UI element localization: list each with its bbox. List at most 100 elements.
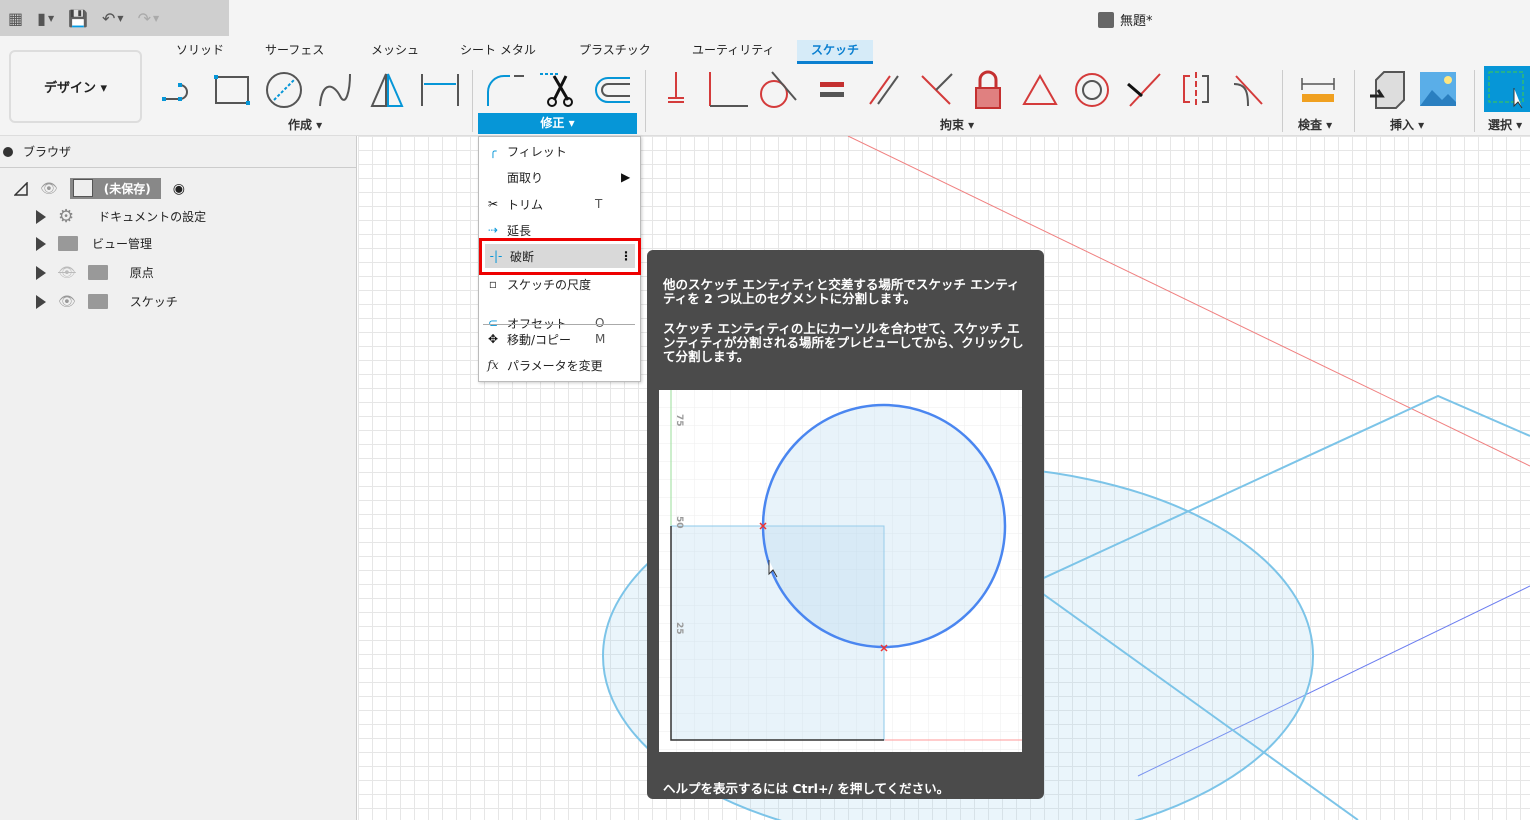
tab-surface[interactable]: サーフェス [251,40,338,64]
rectangle-icon [214,75,250,105]
perpendicular-icon [709,72,748,107]
fillet-tool[interactable] [484,70,528,110]
insert-derive-tool[interactable] [1364,70,1408,110]
more-options-icon[interactable]: ⋮ [620,249,632,263]
spline-tool[interactable] [314,70,358,110]
activate-radio-icon[interactable]: ◉ [173,181,185,197]
measure-tool[interactable] [1296,70,1340,110]
tab-sketch[interactable]: スケッチ [797,40,874,64]
symmetry-constraint[interactable] [1174,70,1218,110]
browser-item-named-views[interactable]: ビュー管理 [36,235,152,252]
menu-item-label: トリム [507,197,544,212]
spline-icon [319,73,351,107]
browser-item-origin[interactable]: 👁 原点 [36,264,154,281]
divider [1282,70,1283,132]
browser-header[interactable]: ブラウザ [0,136,356,168]
ruler-icon [1301,78,1335,102]
eye-icon[interactable]: 👁 [58,294,76,310]
circle-tool[interactable] [262,70,306,110]
offset-tool[interactable] [590,70,634,110]
constraints-group-label[interactable]: 拘束 ▾ [940,116,974,133]
browser-item-label: スケッチ [129,295,178,309]
browser-item-sketches[interactable]: 👁 スケッチ [36,293,178,310]
menu-item-move-copy[interactable]: ✥ 移動/コピー M [479,326,640,352]
expand-triangle-icon[interactable] [36,209,46,224]
root-component-label: (未保存) [69,178,161,199]
menu-item-trim[interactable]: ✂ トリム T [479,191,640,217]
perpendicular-constraint[interactable] [706,70,750,110]
quick-access-toolbar: ▦ ▮ ▼ 💾 ↶ ▼ ↷ ▼ [0,0,229,36]
create-group-label[interactable]: 作成 ▾ [288,116,322,133]
tooltip-instructions: スケッチ エンティティの上にカーソルを合わせて、スケッチ エンティティが分割され… [663,321,1024,364]
menu-item-label: フィレット [507,144,567,159]
mirror-tool[interactable] [366,70,410,110]
menu-item-fillet[interactable]: ╭ フィレット [479,138,640,164]
rectangle-tool[interactable] [210,70,254,110]
parallel-constraint[interactable] [862,70,906,110]
coincident-constraint[interactable] [1122,70,1166,110]
tab-solid[interactable]: ソリッド [162,40,238,64]
eye-icon[interactable]: 👁 [40,181,58,197]
modify-dropdown-button[interactable]: 修正 ▾ [478,113,637,134]
axis-label: 25 [674,622,684,635]
apps-grid-icon[interactable]: ▦ [8,9,23,28]
select-tool[interactable] [1484,66,1530,112]
tangent-icon [760,71,797,108]
undo-button[interactable]: ↶ ▼ [102,9,124,28]
tab-mesh[interactable]: メッシュ [357,40,433,64]
menu-item-break-row[interactable]: -|- 破断 ⋮ [482,243,638,269]
tangent-constraint[interactable] [756,70,800,110]
line-tool[interactable] [158,70,202,110]
browser-root[interactable]: 👁 (未保存) ◉ [14,178,185,199]
trim-tool[interactable] [538,70,582,110]
redo-button[interactable]: ↷ ▼ [138,9,160,28]
menu-item-label: スケッチの尺度 [507,277,592,292]
save-icon[interactable]: 💾 [68,9,88,28]
tooltip-help-hint: ヘルプを表示するには Ctrl+/ を押してください。 [663,781,950,796]
triangle-icon [1022,73,1058,105]
curvature-constraint[interactable] [1226,70,1270,110]
insert-group-label[interactable]: 挿入 ▾ [1390,116,1424,133]
tab-utility[interactable]: ユーティリティ [678,40,789,64]
file-menu-button[interactable]: ▮ ▼ [37,9,54,28]
tab-sheet-metal[interactable]: シート メタル [446,40,550,64]
collapse-icon[interactable] [3,146,13,157]
menu-item-break[interactable]: -|- 破断 ⋮ [479,238,641,275]
lock-constraint[interactable] [966,70,1010,110]
scissors-icon: ✂ [487,197,499,211]
divider [1474,70,1475,132]
coincident-icon [1127,73,1161,107]
workspace-switcher[interactable]: デザイン ▾ [9,50,142,123]
undo-icon: ↶ [102,8,116,28]
midpoint-constraint[interactable] [1018,70,1062,110]
inspect-group-label[interactable]: 検査 ▾ [1298,116,1332,133]
expand-triangle-icon[interactable] [36,265,46,280]
tab-plastic[interactable]: プラスチック [565,40,665,64]
perpendicular-lines-constraint[interactable] [914,70,958,110]
expand-triangle-icon[interactable] [36,294,46,309]
break-icon: -|- [489,249,503,263]
document-cube-icon [1098,11,1114,28]
menu-item-chamfer[interactable]: 面取り ▶ [479,164,640,190]
dimension-tool[interactable] [418,70,462,110]
menu-item-label: 延長 [507,223,532,238]
perpendicular-lines-icon [921,73,953,105]
folder-icon [87,265,108,280]
shortcut-label: T [595,197,603,211]
browser-item-document-settings[interactable]: ⚙ ドキュメントの設定 [36,206,206,227]
mirror-icon [370,73,404,107]
menu-item-change-parameters[interactable]: fx パラメータを変更 [479,352,640,378]
concentric-constraint[interactable] [1070,70,1114,110]
insert-image-tool[interactable] [1416,70,1460,110]
expanded-triangle-icon[interactable] [14,181,28,196]
expand-triangle-icon[interactable] [36,236,46,251]
equal-constraint[interactable] [810,70,854,110]
eye-hidden-icon[interactable]: 👁 [58,265,76,281]
select-group-label[interactable]: 選択 ▾ [1488,116,1522,133]
fix-constraint[interactable] [654,70,698,110]
scale-icon: ▫ [488,277,498,291]
selection-box-icon [1488,71,1524,109]
tooltip-description: 他のスケッチ エンティティと交差する場所でスケッチ エンティティを 2 つ以上の… [663,277,1020,306]
offset-icon [595,77,630,103]
break-illustration: 75 50 25 [659,390,1022,752]
